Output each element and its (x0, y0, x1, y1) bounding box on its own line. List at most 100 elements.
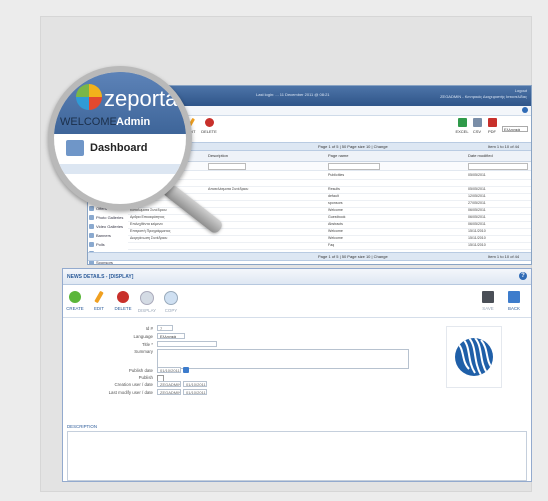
sidebar-item-icon (89, 233, 94, 238)
copy-button[interactable]: COPY (160, 291, 182, 313)
description-label: DESCRIPTION (67, 424, 98, 429)
sidebar-item[interactable]: Photo Galleries (88, 214, 128, 222)
cell-page: Guestbook (328, 215, 346, 219)
lens-content: zeportal WELCOME Admin Dashboard (54, 72, 186, 204)
creation-date-field: 01/10/2011 (183, 381, 207, 387)
cell-date: 15/11/2010 (468, 243, 486, 247)
back-button[interactable]: BACK (503, 291, 525, 311)
dashboard-link[interactable]: Dashboard (90, 142, 147, 154)
table-row[interactable]: Faq 15/11/2010 (128, 242, 531, 250)
language-select[interactable]: Ελληνικά (502, 126, 528, 132)
publish-label: Publish (138, 375, 153, 380)
items-count-bottom: Item 1 to 10 of 44 (488, 254, 520, 259)
column-description[interactable]: Description (208, 153, 228, 158)
lens-toolbar-strip (54, 164, 186, 174)
sidebar-item[interactable]: Banners (88, 232, 128, 240)
sidebar-item-icon (89, 215, 94, 220)
creation-user-field: ZEGADMIN (157, 381, 181, 387)
pager-text[interactable]: Page 1 of 5 | 50 Page size 10 | Change (318, 144, 388, 149)
pencil-icon (94, 290, 104, 304)
filter-description[interactable] (208, 163, 246, 170)
publish-date-label: Publish date (128, 368, 153, 373)
delete-button[interactable]: DELETE (112, 291, 134, 311)
cell-page: Abstracts (328, 222, 343, 226)
language-label: Language (133, 334, 153, 339)
sidebar-item[interactable]: Video Galleries (88, 223, 128, 231)
delete-button[interactable]: DELETE (200, 118, 218, 134)
last-login-text: Last login: ... 11 December 2011 @ 08:21 (256, 92, 330, 97)
edit-button[interactable]: EDIT (88, 290, 110, 311)
save-label: SAVE (482, 306, 494, 311)
cell-description: Αποτελέσματα Συνέδριου (208, 187, 249, 191)
lens-body: Dashboard (54, 134, 186, 204)
publish-date-field[interactable]: 01/10/2011 (157, 367, 181, 373)
id-label: Id # (145, 326, 153, 331)
cell-page: default (328, 194, 339, 198)
sidebar-item-label: Photo Galleries (96, 215, 124, 220)
cell-title: Επιτροπή Προγράμματος (130, 229, 171, 233)
copy-label: COPY (164, 308, 178, 313)
cell-page: sponsors (328, 201, 343, 205)
magnifier-icon (140, 291, 154, 305)
cell-page: Welcome (328, 229, 343, 233)
lens-header: zeportal WELCOME Admin (54, 72, 186, 134)
details-toolbar: CREATE EDIT DELETE DISPLAY COPY SAVE BAC… (63, 285, 531, 318)
title-field[interactable] (157, 341, 217, 347)
sidebar-item-icon (89, 206, 94, 211)
filter-page[interactable] (328, 163, 380, 170)
blue-swirl-logo-image (455, 338, 493, 376)
summary-label: Summary (134, 349, 153, 354)
cell-date: 06/05/2011 (468, 222, 486, 226)
zeportal-logo-icon (76, 84, 102, 110)
display-label: DISPLAY (137, 308, 157, 313)
cell-date: 27/05/2011 (468, 201, 486, 205)
copy-icon (164, 291, 178, 305)
sidebar-item[interactable]: Polls (88, 241, 128, 249)
pdf-label: PDF (488, 129, 496, 134)
pdf-button[interactable]: PDF (483, 118, 501, 134)
last-modify-label: Last modify user / date (108, 390, 153, 395)
cell-title: Αρθρα Επικαιρότητας (130, 215, 165, 219)
column-page-name[interactable]: Page name (328, 153, 348, 158)
csv-icon (472, 118, 482, 127)
pager-text-bottom[interactable]: Page 1 of 5 | 50 Page size 10 | Change (318, 254, 388, 259)
help-icon[interactable]: ? (519, 272, 527, 280)
filter-date[interactable] (468, 163, 528, 170)
edit-label: EDIT (93, 306, 104, 311)
cell-title: Επιλεχθέντα κείμενα (130, 222, 163, 226)
cell-date: 05/05/2011 (468, 187, 486, 191)
cell-date: 05/05/2011 (468, 173, 486, 177)
create-button[interactable]: CREATE (64, 291, 86, 311)
header-right: Logout ZEGADMIN - Κεντρικός Διαχειριστής… (440, 88, 527, 100)
items-count: Item 1 to 10 of 44 (488, 144, 520, 149)
back-arrow-icon (508, 291, 520, 303)
portal-user-title: ZEGADMIN - Κεντρικός Διαχειριστής Ιστοσε… (440, 94, 527, 99)
cell-title: Διοργάνωση Συνέδριου (130, 236, 168, 240)
column-date-modified[interactable]: Date modified (468, 153, 493, 158)
delete-icon (117, 291, 129, 303)
modify-date-field: 01/10/2011 (183, 389, 207, 395)
save-button[interactable]: SAVE (477, 291, 499, 311)
excel-label: EXCEL (455, 129, 469, 134)
filter-row (128, 162, 531, 171)
title-label: Title * (141, 342, 153, 347)
back-label: BACK (508, 306, 520, 311)
save-icon (482, 291, 494, 303)
display-button[interactable]: DISPLAY (136, 291, 158, 313)
admin-name: Admin (116, 116, 151, 128)
description-editor[interactable] (67, 431, 527, 481)
delete-label: DELETE (201, 129, 217, 134)
sidebar-item-label: Banners (96, 233, 111, 238)
cell-page: Faq (328, 243, 335, 247)
summary-textarea[interactable] (157, 349, 409, 369)
sidebar-item-icon (89, 242, 94, 247)
sidebar-item-label: Video Galleries (96, 224, 124, 229)
sidebar-item-icon (89, 224, 94, 229)
language-select[interactable]: Ελληνικά (157, 333, 185, 339)
creation-label: Creation user / date (114, 382, 153, 387)
news-image (446, 326, 502, 388)
help-icon[interactable] (522, 107, 528, 113)
calendar-icon[interactable] (183, 367, 189, 373)
cell-page: Publicities (328, 173, 345, 177)
cell-date: 06/05/2011 (468, 208, 486, 212)
